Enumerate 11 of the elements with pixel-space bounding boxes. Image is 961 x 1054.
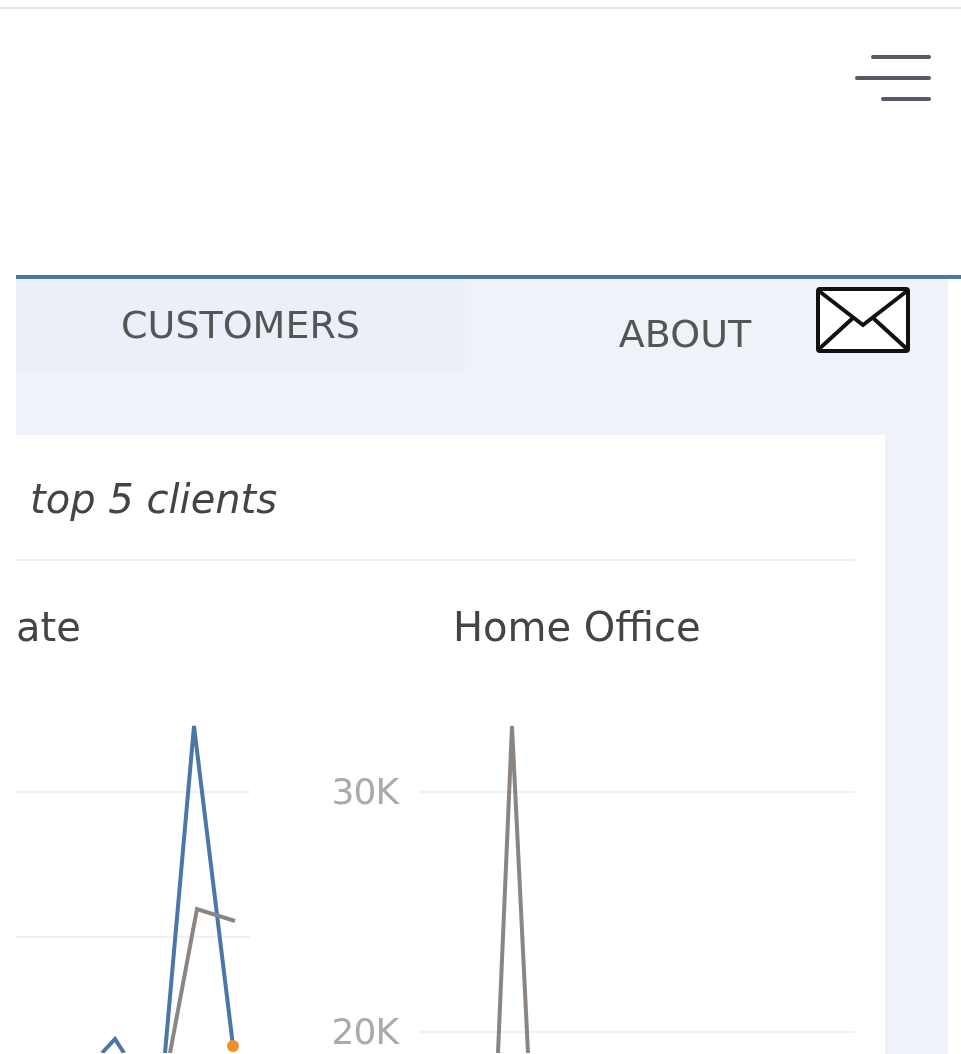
card-title: top 5 clients [29,475,279,524]
mail-icon[interactable] [816,287,910,353]
chart-title: Home Office [453,603,701,651]
axis-tick-label: 30K [330,772,398,812]
menu-icon[interactable] [853,53,931,103]
chart-title: ate [16,603,81,651]
axis-tick-label: 20K [330,1012,398,1052]
chart-line [100,1035,126,1053]
data-point [227,1040,239,1052]
nav-tab[interactable]: ABOUT [595,279,775,389]
nav-tab[interactable]: CUSTOMERS [16,279,465,371]
